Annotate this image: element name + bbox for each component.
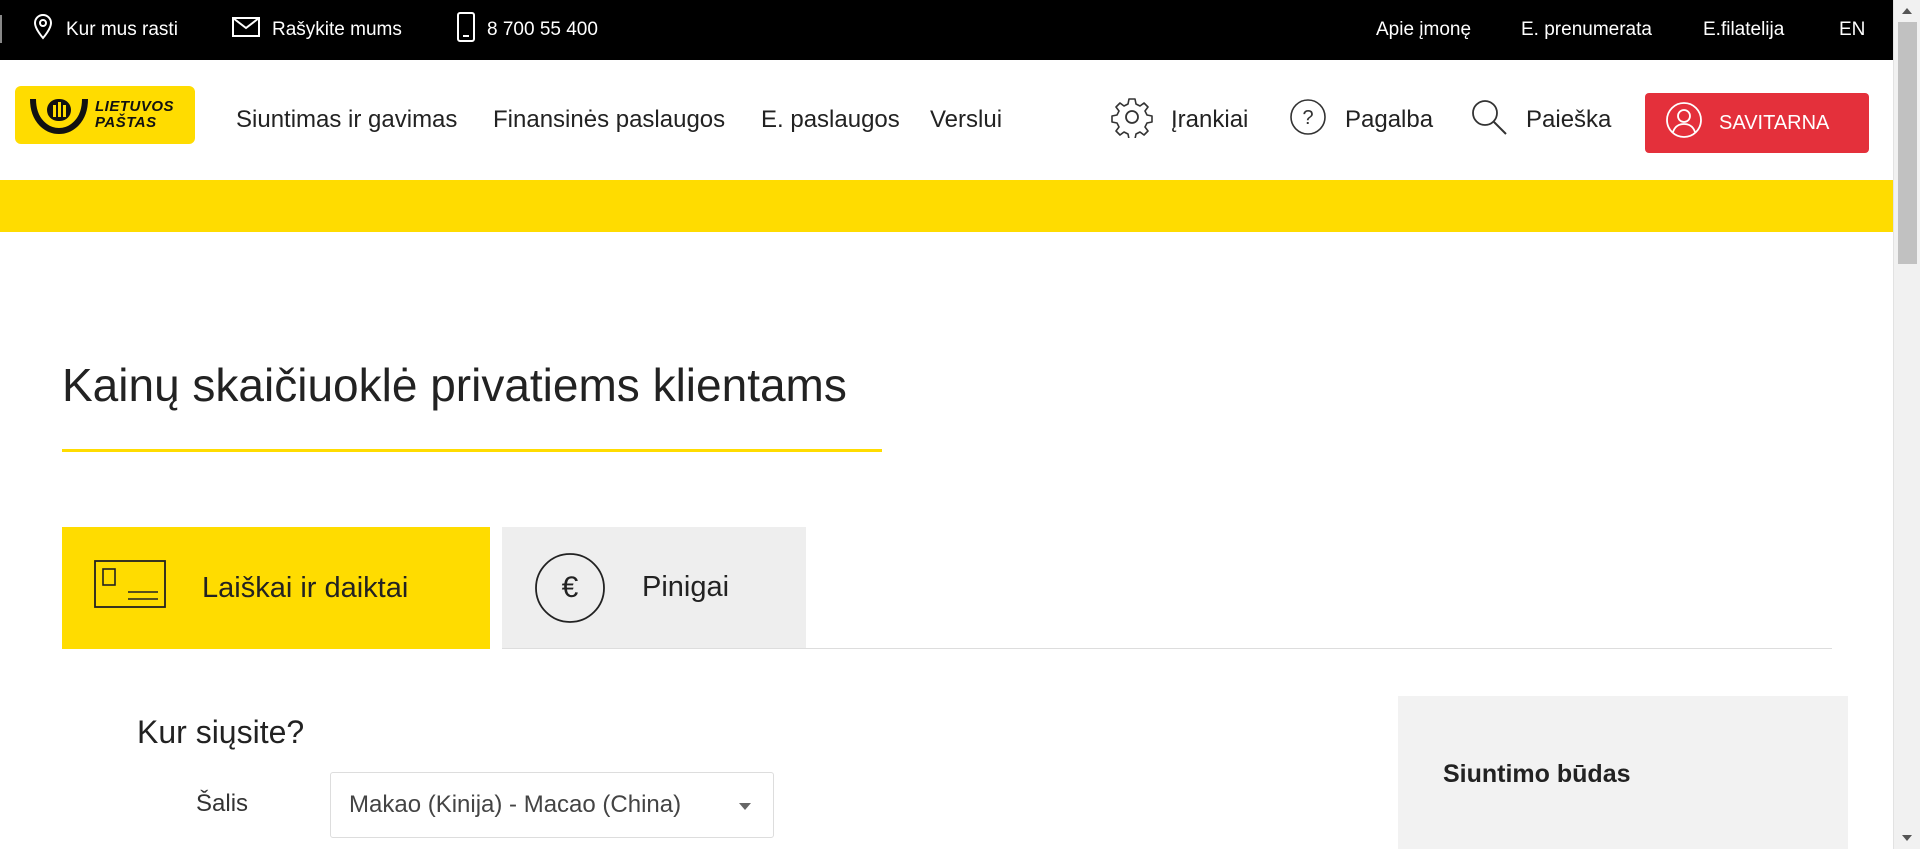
shipping-method-title: Siuntimo būdas — [1443, 760, 1631, 788]
euro-symbol: € — [561, 570, 579, 604]
gear-icon — [1111, 96, 1171, 145]
logo-line-2: PAŠTAS — [95, 114, 157, 131]
question-circle-icon: ? — [1289, 98, 1345, 143]
shipping-method-panel: Siuntimo būdas — [1398, 696, 1848, 849]
svg-text:?: ? — [1302, 107, 1313, 129]
help-label: Pagalba — [1345, 106, 1434, 133]
tools-label: Įrankiai — [1171, 106, 1249, 133]
page-title: Kainų skaičiuoklė privatiems klientams — [62, 359, 847, 411]
vertical-scrollbar[interactable] — [1893, 0, 1920, 849]
lietuvos-pastas-logo[interactable]: LIETUVOS PAŠTAS — [15, 86, 195, 144]
nav-label: Siuntimas ir gavimas — [236, 106, 458, 133]
language-label: EN — [1839, 19, 1866, 40]
envelope-icon — [232, 17, 272, 43]
tab-letters-label: Laiškai ir daiktai — [202, 571, 409, 604]
tabs-divider — [806, 648, 1832, 649]
help-button[interactable]: ? Pagalba — [1289, 60, 1433, 180]
logo-line-1: LIETUVOS — [95, 98, 175, 115]
where-to-find-link[interactable]: Kur mus rasti — [32, 0, 178, 60]
logo-wordmark: LIETUVOS PAŠTAS — [95, 99, 174, 131]
location-pin-icon — [32, 13, 66, 47]
nav-label: E. paslaugos — [761, 106, 900, 133]
search-button[interactable]: Paieška — [1470, 60, 1611, 180]
scroll-up-arrow-icon[interactable] — [1902, 8, 1912, 14]
chevron-down-icon — [739, 803, 751, 810]
self-service-label: SAVITARNA — [1719, 111, 1830, 134]
scroll-down-arrow-icon[interactable] — [1902, 835, 1912, 841]
euro-circle-icon: € — [534, 552, 606, 624]
language-switch[interactable]: EN — [1839, 0, 1865, 60]
where-to-find-label: Kur mus rasti — [66, 19, 178, 40]
main-header: LIETUVOS PAŠTAS Siuntimas ir gavimas Fin… — [0, 60, 1893, 180]
tab-letters-items[interactable]: Laiškai ir daiktai — [62, 527, 490, 649]
e-subscription-link[interactable]: E. prenumerata — [1521, 0, 1652, 60]
yellow-banner — [0, 180, 1893, 232]
e-philately-link[interactable]: E.filatelija — [1703, 0, 1784, 60]
title-underline — [62, 449, 882, 452]
e-subscription-label: E. prenumerata — [1521, 19, 1652, 40]
about-company-label: Apie įmonę — [1376, 19, 1472, 40]
self-service-button[interactable]: SAVITARNA — [1645, 93, 1869, 153]
nav-label: Verslui — [930, 106, 1003, 133]
destination-question: Kur siųsite? — [137, 714, 305, 750]
bar-edge-divider — [0, 15, 2, 43]
country-label: Šalis — [196, 790, 249, 817]
e-philately-label: E.filatelija — [1703, 19, 1785, 40]
tab-money[interactable]: € Pinigai — [502, 527, 806, 649]
letter-card-icon — [94, 560, 166, 616]
tools-button[interactable]: Įrankiai — [1111, 60, 1248, 180]
tab-money-label: Pinigai — [642, 571, 730, 603]
phone-link[interactable]: 8 700 55 400 — [457, 0, 598, 60]
write-us-link[interactable]: Rašykite mums — [232, 0, 402, 60]
nav-label: Finansinės paslaugos — [493, 106, 726, 133]
nav-business[interactable]: Verslui — [930, 60, 1002, 180]
country-select-value: Makao (Kinija) - Macao (China) — [349, 791, 682, 818]
nav-e-services[interactable]: E. paslaugos — [761, 60, 900, 180]
search-label: Paieška — [1526, 106, 1612, 133]
search-icon — [1470, 98, 1526, 143]
about-company-link[interactable]: Apie įmonę — [1376, 0, 1471, 60]
nav-shipping-receiving[interactable]: Siuntimas ir gavimas — [236, 60, 457, 180]
mobile-phone-icon — [457, 12, 487, 48]
top-utility-bar: Kur mus rasti Rašykite mums 8 700 55 400… — [0, 0, 1893, 60]
user-circle-icon — [1665, 101, 1719, 145]
phone-number: 8 700 55 400 — [487, 19, 598, 40]
post-horn-icon — [29, 91, 89, 140]
scrollbar-thumb[interactable] — [1898, 22, 1917, 264]
write-us-label: Rašykite mums — [272, 19, 402, 40]
country-select[interactable]: Makao (Kinija) - Macao (China) — [330, 772, 774, 838]
nav-financial-services[interactable]: Finansinės paslaugos — [493, 60, 725, 180]
